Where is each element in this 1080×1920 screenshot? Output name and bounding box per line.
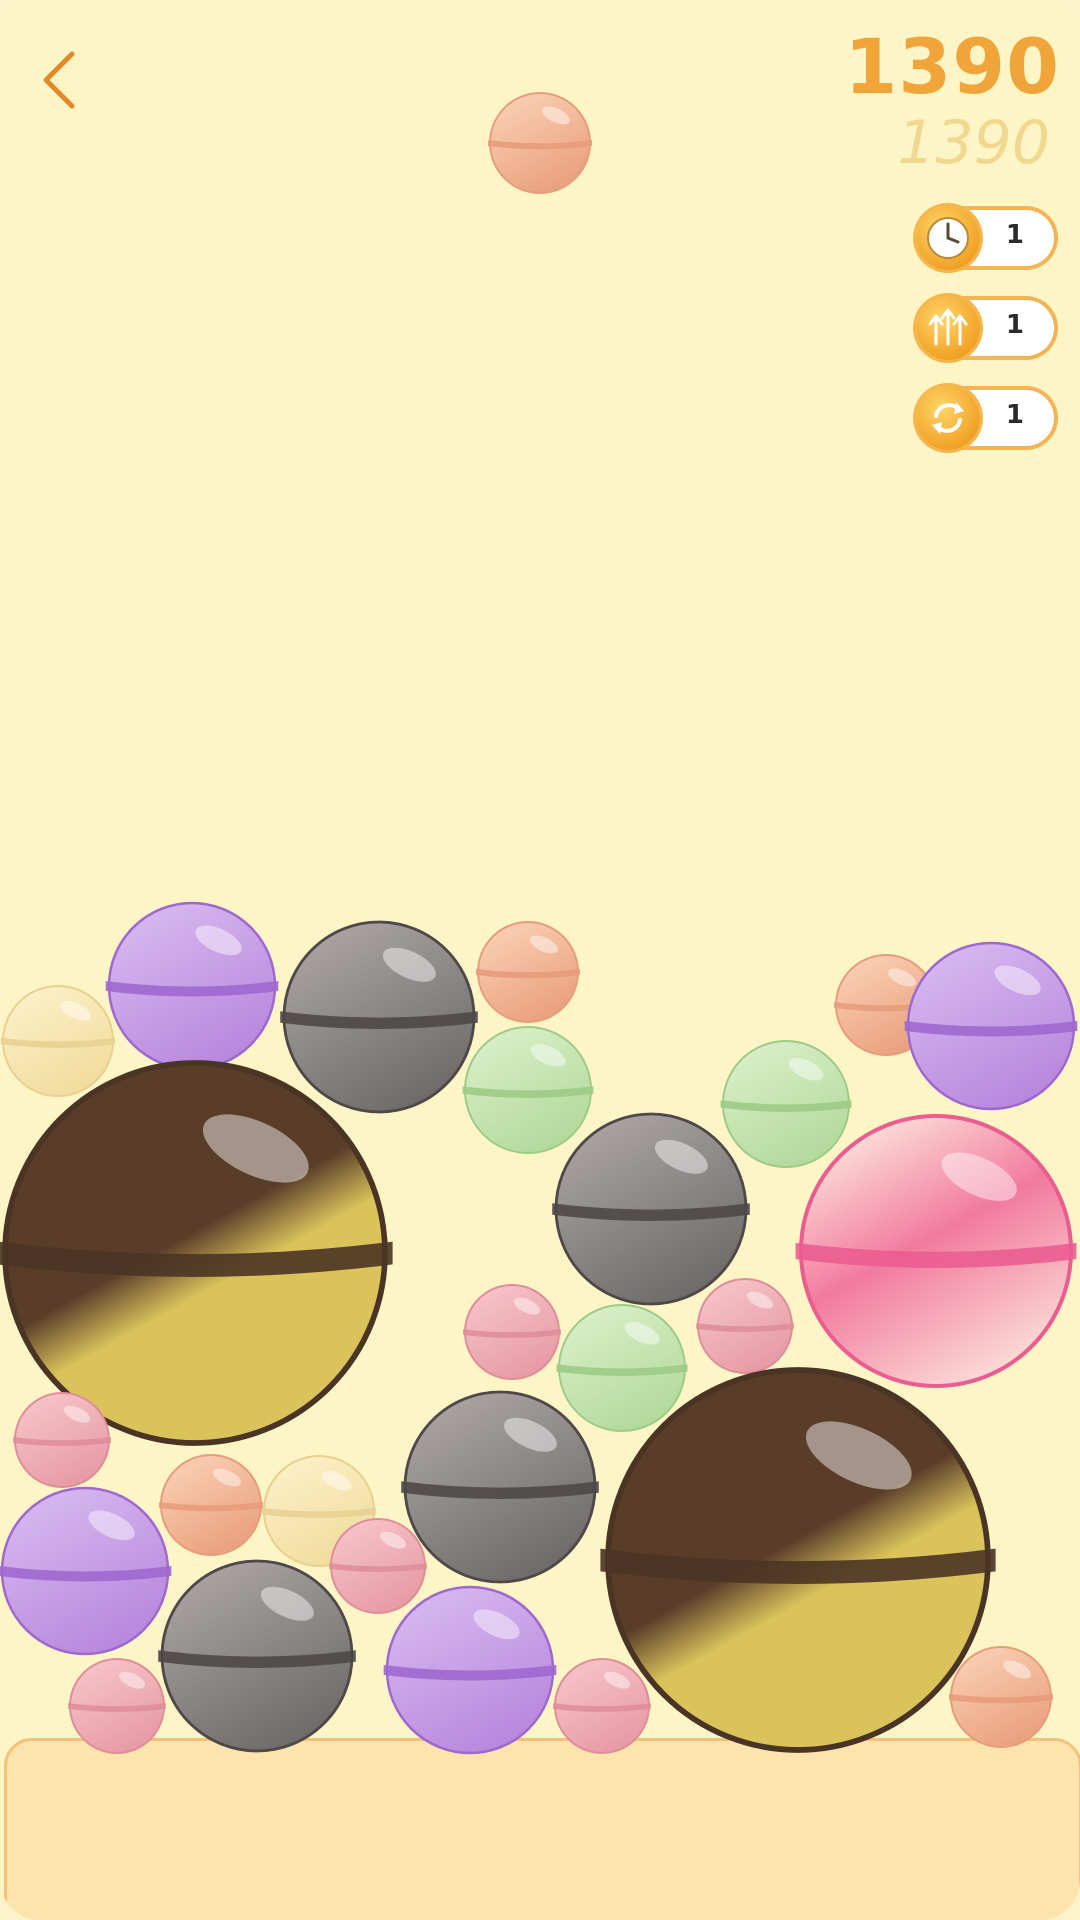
ball-peach [476,921,580,1023]
ball-gray [280,920,478,1114]
ball-purple [383,1585,557,1755]
ball-pink [68,1658,166,1754]
ball-gray [401,1390,599,1584]
ball-green [556,1304,688,1432]
ball-cream [0,985,116,1097]
ball-pink [463,1284,561,1380]
next-ball [488,92,592,194]
ball-pink [13,1392,111,1488]
ball-pink [553,1658,651,1754]
ball-purple [105,901,279,1071]
ball-field [0,92,1078,1755]
ball-rose [795,1113,1077,1389]
ball-peach [949,1646,1053,1748]
ball-pink [696,1278,794,1374]
ball-pink [329,1518,427,1614]
ball-gray [158,1559,356,1753]
ball-green [462,1026,594,1154]
ball-purple [0,1486,172,1656]
ball-chocolate [0,1060,393,1446]
game-board[interactable]: 1390 1390 1 1 1 [0,0,1080,1920]
ball-gray [552,1112,750,1306]
ball-chocolate [600,1367,996,1753]
ball-peach [159,1454,263,1556]
ball-green [720,1040,852,1168]
ball-purple [904,941,1078,1111]
